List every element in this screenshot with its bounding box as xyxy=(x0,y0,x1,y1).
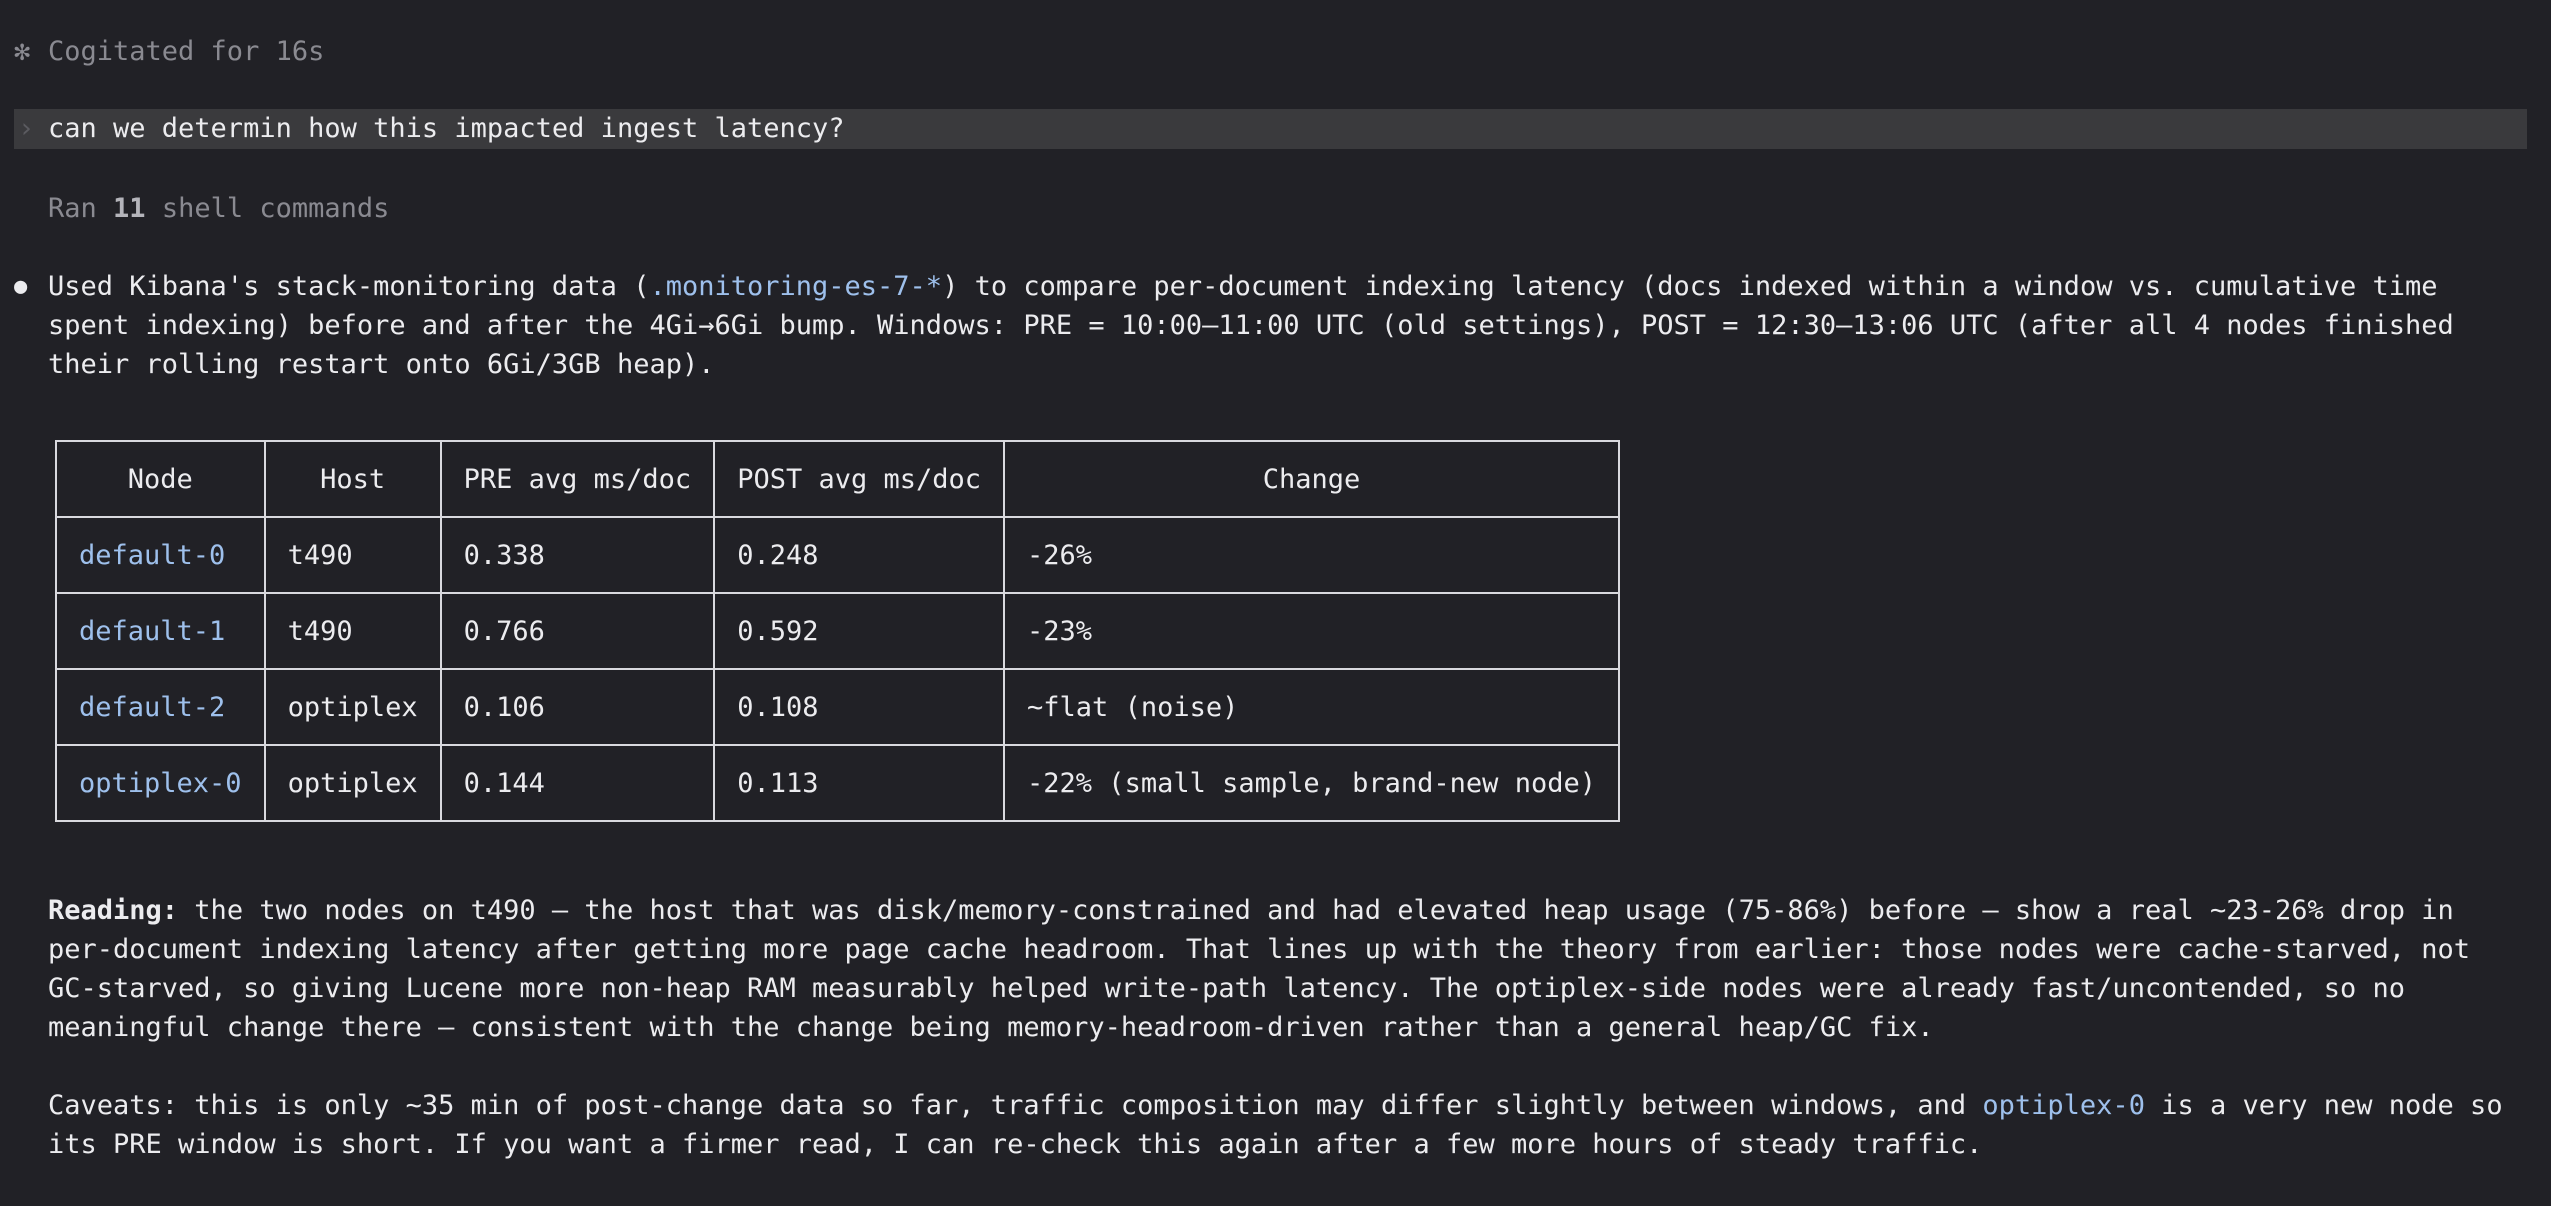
cell-node: default-2 xyxy=(55,668,266,746)
response-intro: Used Kibana's stack-monitoring data (.mo… xyxy=(48,267,2528,384)
cell-pre: 0.106 xyxy=(439,668,716,746)
cell-host: t490 xyxy=(263,592,442,670)
caveats-node-name: optiplex-0 xyxy=(1982,1090,2145,1121)
table-row: default-0 t490 0.338 0.248 -26% xyxy=(55,516,1620,594)
intro-index-pattern: .monitoring-es-7-* xyxy=(649,271,943,302)
cell-post: 0.108 xyxy=(713,668,1006,746)
cell-post: 0.592 xyxy=(713,592,1006,670)
cell-node: default-1 xyxy=(55,592,266,670)
cell-node: default-0 xyxy=(55,516,266,594)
thinking-status: Cogitated for 16s xyxy=(48,36,325,67)
cell-post: 0.248 xyxy=(713,516,1006,594)
cell-host: optiplex xyxy=(263,668,442,746)
header-host: Host xyxy=(263,440,442,518)
tool-summary[interactable]: Ran 11 shell commands xyxy=(48,189,389,228)
intro-text-1: Used Kibana's stack-monitoring data ( xyxy=(48,271,650,302)
header-pre: PRE avg ms/doc xyxy=(439,440,716,518)
reading-text: the two nodes on t490 — the host that wa… xyxy=(48,895,2471,1043)
table-row: default-1 t490 0.766 0.592 -23% xyxy=(55,592,1620,670)
reading-paragraph: Reading: the two nodes on t490 — the hos… xyxy=(48,891,2528,1047)
cell-post: 0.113 xyxy=(713,744,1006,822)
header-node: Node xyxy=(55,440,266,518)
user-message: › can we determin how this impacted inge… xyxy=(14,109,2527,149)
cell-host: optiplex xyxy=(263,744,442,822)
cell-change: ~flat (noise) xyxy=(1003,668,1620,746)
table-row: default-2 optiplex 0.106 0.108 ~flat (no… xyxy=(55,668,1620,746)
cell-change: -26% xyxy=(1003,516,1620,594)
table-row: optiplex-0 optiplex 0.144 0.113 -22% (sm… xyxy=(55,744,1620,822)
cell-change: -23% xyxy=(1003,592,1620,670)
cell-pre: 0.766 xyxy=(439,592,716,670)
header-change: Change xyxy=(1003,440,1620,518)
header-post: POST avg ms/doc xyxy=(713,440,1006,518)
caveats-text-1: Caveats: this is only ~35 min of post-ch… xyxy=(48,1090,1983,1121)
prompt-chevron-icon: › xyxy=(18,113,35,144)
cell-host: t490 xyxy=(263,516,442,594)
latency-table: Node Host PRE avg ms/doc POST avg ms/doc… xyxy=(55,440,1620,822)
user-message-text: can we determin how this impacted ingest… xyxy=(48,113,845,144)
cell-node: optiplex-0 xyxy=(55,744,266,822)
table-header-row: Node Host PRE avg ms/doc POST avg ms/doc… xyxy=(55,440,1620,518)
cell-pre: 0.144 xyxy=(439,744,716,822)
caveats-paragraph: Caveats: this is only ~35 min of post-ch… xyxy=(48,1086,2528,1164)
tool-summary-count: 11 xyxy=(113,193,146,224)
tool-summary-suffix: shell commands xyxy=(161,193,390,224)
cell-pre: 0.338 xyxy=(439,516,716,594)
tool-summary-prefix: Ran xyxy=(48,193,97,224)
reading-label: Reading: xyxy=(48,895,179,926)
asterisk-spinner-icon: ✻ xyxy=(14,36,31,67)
response-bullet-icon: ● xyxy=(14,274,28,299)
cell-change: -22% (small sample, brand-new node) xyxy=(1003,744,1620,822)
